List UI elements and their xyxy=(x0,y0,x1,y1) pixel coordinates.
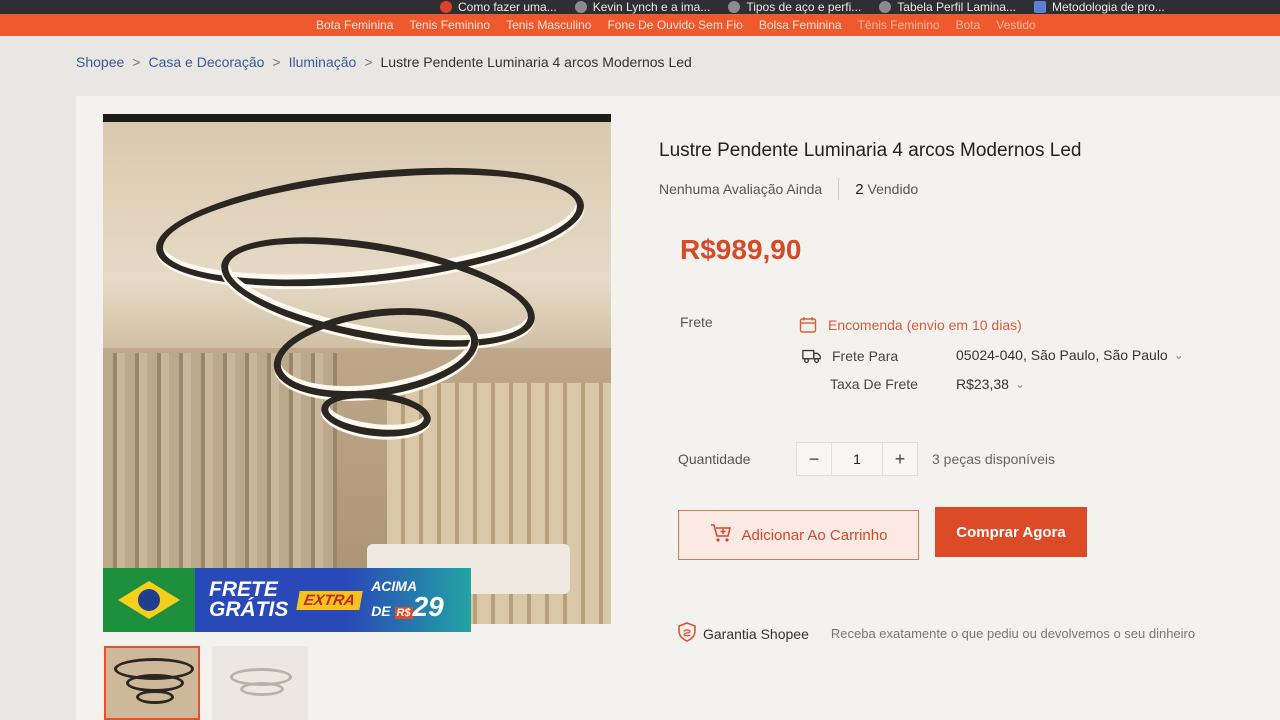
sold-count: 2 xyxy=(855,180,864,198)
shipping-destination-row: Frete Para xyxy=(802,347,898,365)
bookmark-label: Metodologia de pro... xyxy=(1052,0,1165,14)
shipping-encomenda-row: Encomenda (envio em 10 dias) xyxy=(798,316,1022,334)
header-search-suggestions: Bota Feminina Tenis Feminino Tenis Mascu… xyxy=(0,14,1280,36)
site-icon xyxy=(574,1,587,13)
chevron-right-icon: > xyxy=(132,54,141,70)
sold-label: Vendido xyxy=(867,181,919,197)
shipping-encomenda: Encomenda (envio em 10 dias) xyxy=(828,317,1022,333)
shopee-guarantee[interactable]: Garantia Shopee Receba exatamente o que … xyxy=(677,622,1195,645)
taxa-label: Taxa De Frete xyxy=(830,376,918,392)
chevron-right-icon: > xyxy=(272,54,281,70)
header-link[interactable]: Vestido xyxy=(996,18,1035,32)
breadcrumb-casa-decoracao[interactable]: Casa e Decoração xyxy=(148,54,264,70)
youtube-icon xyxy=(440,1,452,13)
product-info: Lustre Pendente Luminaria 4 arcos Modern… xyxy=(659,140,1259,200)
header-link[interactable]: Bolsa Feminina xyxy=(759,18,842,32)
breadcrumb-iluminacao[interactable]: Iluminação xyxy=(289,54,357,70)
breadcrumb-current: Lustre Pendente Luminaria 4 arcos Modern… xyxy=(380,54,692,70)
doc-icon xyxy=(1034,1,1047,13)
bookmark-label: Tipos de aço e perfi... xyxy=(746,0,862,14)
chevron-right-icon: > xyxy=(364,54,373,70)
globe-icon xyxy=(879,1,892,13)
promo-extra-badge: EXTRA xyxy=(296,590,363,610)
bookmark-item[interactable]: Tipos de aço e perfi... xyxy=(728,0,861,14)
promo-amount: 29 xyxy=(412,591,444,622)
bookmark-item[interactable]: Como fazer uma... xyxy=(440,0,557,14)
calendar-icon xyxy=(798,316,818,334)
taxa-row: Taxa De Frete xyxy=(830,376,918,392)
product-title: Lustre Pendente Luminaria 4 arcos Modern… xyxy=(659,140,1082,161)
bookmark-item[interactable]: Kevin Lynch e a ima... xyxy=(574,0,711,14)
bookmark-item[interactable]: Tabela Perfil Lamina... xyxy=(879,0,1016,14)
header-link[interactable]: Tenis Masculino xyxy=(506,18,591,32)
guarantee-description: Receba exatamente o que pediu ou devolve… xyxy=(830,626,1196,641)
add-to-cart-button[interactable]: Adicionar Ao Carrinho xyxy=(678,510,919,560)
quantity-stepper: − 1 + xyxy=(796,442,918,476)
quantity-input[interactable]: 1 xyxy=(831,443,883,475)
rating-row: Nenhuma Avaliação Ainda 2 Vendido xyxy=(659,178,918,200)
frete-para-label: Frete Para xyxy=(832,348,899,364)
cart-plus-icon xyxy=(710,523,732,547)
brazil-flag-icon xyxy=(103,568,195,632)
quantity-increase-button[interactable]: + xyxy=(883,443,917,475)
shield-icon xyxy=(677,622,697,645)
frete-para-selector[interactable]: 05024-040, São Paulo, São Paulo ⌄ xyxy=(956,347,1184,363)
header-link[interactable]: Fone De Ouvido Sem Fio xyxy=(607,18,742,32)
header-link[interactable]: Tênis Feminino xyxy=(858,18,940,32)
quantity-label: Quantidade xyxy=(678,451,751,467)
globe-icon xyxy=(728,1,741,13)
frete-gratis-banner: FRETE GRÁTIS EXTRA ACIMA DE R$29 xyxy=(103,568,471,632)
bookmark-item[interactable]: Metodologia de pro... xyxy=(1034,0,1165,14)
bookmarks-bar: Como fazer uma... Kevin Lynch e a ima...… xyxy=(0,0,1280,14)
truck-icon xyxy=(802,347,822,365)
header-link[interactable]: Bota xyxy=(956,18,981,32)
taxa-selector[interactable]: R$23,38 ⌄ xyxy=(956,376,1025,392)
buy-now-button[interactable]: Comprar Agora xyxy=(935,507,1087,557)
product-main-image[interactable] xyxy=(103,114,611,624)
chevron-down-icon: ⌄ xyxy=(1173,348,1184,362)
promo-gratis: GRÁTIS xyxy=(209,598,289,621)
promo-currency: R$ xyxy=(394,607,413,619)
price-box: R$989,90 xyxy=(680,222,1260,278)
add-to-cart-label: Adicionar Ao Carrinho xyxy=(741,526,888,544)
promo-de: DE xyxy=(371,603,391,619)
header-link[interactable]: Bota Feminina xyxy=(316,18,393,32)
thumbnail-2[interactable] xyxy=(212,646,308,720)
breadcrumb: Shopee > Casa e Decoração > Iluminação >… xyxy=(76,54,692,70)
bookmark-label: Como fazer uma... xyxy=(458,0,557,14)
frete-para-value: 05024-040, São Paulo, São Paulo xyxy=(956,347,1168,363)
bookmark-label: Kevin Lynch e a ima... xyxy=(592,0,711,14)
quantity-decrease-button[interactable]: − xyxy=(797,443,831,475)
guarantee-name: Garantia Shopee xyxy=(703,625,809,642)
product-price: R$989,90 xyxy=(680,234,802,265)
promo-frete: FRETE xyxy=(209,578,278,601)
rating-text: Nenhuma Avaliação Ainda xyxy=(659,181,823,197)
bookmark-label: Tabela Perfil Lamina... xyxy=(897,0,1017,14)
breadcrumb-shopee[interactable]: Shopee xyxy=(76,54,124,70)
taxa-value: R$23,38 xyxy=(956,376,1009,392)
quantity-available: 3 peças disponíveis xyxy=(932,451,1055,467)
shipping-label: Frete xyxy=(680,314,713,330)
chevron-down-icon: ⌄ xyxy=(1014,377,1025,391)
divider xyxy=(838,178,840,200)
header-link[interactable]: Tenis Feminino xyxy=(409,18,490,32)
thumbnail-1[interactable] xyxy=(104,646,200,720)
